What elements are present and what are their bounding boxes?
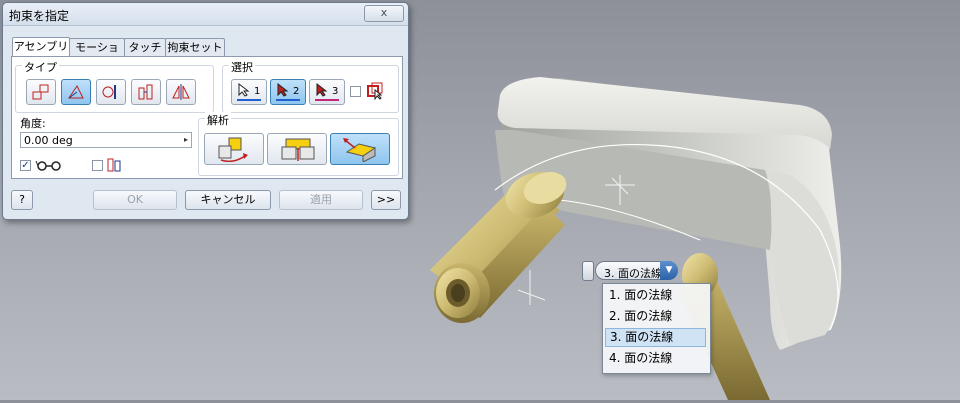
tangent-button[interactable] [96, 79, 126, 105]
dialog-title: 拘束を指定 [9, 9, 70, 23]
explicit-reference-vector-button[interactable] [330, 133, 390, 165]
cancel-button[interactable]: キャンセル [185, 190, 271, 210]
dropdown-item[interactable]: 2. 面の法線 [605, 307, 706, 326]
select-1-number: 1 [254, 86, 261, 97]
tab-motion[interactable]: モーション [69, 38, 125, 71]
predict-offset-icon [107, 158, 121, 172]
more-options-button[interactable]: >> [371, 190, 401, 210]
pointer-icon [277, 83, 289, 97]
select-1-button[interactable]: 1 [231, 79, 267, 105]
directed-angle-button[interactable] [204, 133, 264, 165]
tab-transitional[interactable]: タッチ [124, 38, 166, 56]
selector-label: 3. 面の法線 [604, 267, 662, 280]
dropdown-item-highlighted[interactable]: 3. 面の法線 [605, 328, 706, 347]
select-1-color [237, 99, 261, 101]
undirected-angle-button[interactable] [267, 133, 327, 165]
solution-group-label: 解析 [205, 112, 231, 128]
select-2-number: 2 [293, 86, 300, 97]
close-button[interactable]: x [364, 5, 404, 22]
select-2-button[interactable]: 2 [270, 79, 306, 105]
pick-part-first-icon[interactable] [366, 82, 384, 100]
pointer-icon [316, 83, 328, 97]
tab-assembly[interactable]: アセンブリ [12, 37, 70, 57]
angle-flyout-arrow-icon[interactable]: ▸ [184, 135, 188, 144]
symmetry-icon [172, 84, 190, 100]
show-preview-checkbox[interactable]: ✓ [20, 160, 31, 171]
symmetry-button[interactable] [166, 79, 196, 105]
select-3-number: 3 [332, 86, 339, 97]
mate-icon [32, 84, 49, 100]
dialog-titlebar[interactable]: 拘束を指定 x [3, 3, 408, 26]
selection-group-label: 選択 [229, 59, 255, 75]
help-icon: ? [19, 193, 25, 206]
tab-constraint-set[interactable]: 拘束セット [165, 38, 225, 56]
dropdown-item[interactable]: 4. 面の法線 [605, 349, 706, 368]
arm-left [430, 171, 567, 323]
help-button[interactable]: ? [11, 190, 33, 210]
dropdown-item[interactable]: 1. 面の法線 [605, 286, 706, 305]
mate-button[interactable] [26, 79, 56, 105]
insert-button[interactable] [131, 79, 161, 105]
selection-group: 選択 1 2 3 [222, 59, 399, 113]
type-group-label: タイプ [22, 59, 59, 75]
assembly-panel: タイプ 選択 1 2 3 角度: 0.00 deg ▸ ✓ 解析 [11, 56, 403, 179]
select-2-color [276, 99, 300, 101]
directed-angle-icon [218, 137, 248, 162]
place-constraint-dialog: 拘束を指定 x アセンブリ モーション タッチ 拘束セット タイプ [2, 2, 409, 220]
predict-offset-checkbox[interactable] [92, 160, 103, 171]
select-3-button[interactable]: 3 [309, 79, 345, 105]
tangent-icon [102, 85, 116, 99]
angle-icon [68, 85, 84, 99]
undirected-angle-icon [281, 138, 315, 161]
face-normal-dropdown: 1. 面の法線 2. 面の法線 3. 面の法線 4. 面の法線 [602, 283, 711, 374]
select-3-color [315, 99, 339, 101]
first-occurrence-checkbox[interactable] [350, 86, 361, 97]
face-normal-selector[interactable]: 3. 面の法線 ▼ [595, 261, 678, 280]
insert-icon [138, 84, 153, 100]
selection-grip-handle[interactable] [582, 261, 594, 281]
pointer-icon [238, 83, 250, 97]
apply-button[interactable]: 適用 [279, 190, 363, 210]
type-group: タイプ [15, 59, 214, 113]
angle-value: 0.00 deg [24, 134, 73, 147]
angle-button[interactable] [61, 79, 91, 105]
angle-label: 角度: [20, 117, 46, 130]
solution-group: 解析 [198, 112, 399, 176]
explicit-reference-vector-icon [343, 138, 377, 162]
glasses-preview-icon [35, 160, 61, 171]
angle-input[interactable]: 0.00 deg ▸ [20, 132, 192, 148]
ok-button[interactable]: OK [93, 190, 177, 210]
